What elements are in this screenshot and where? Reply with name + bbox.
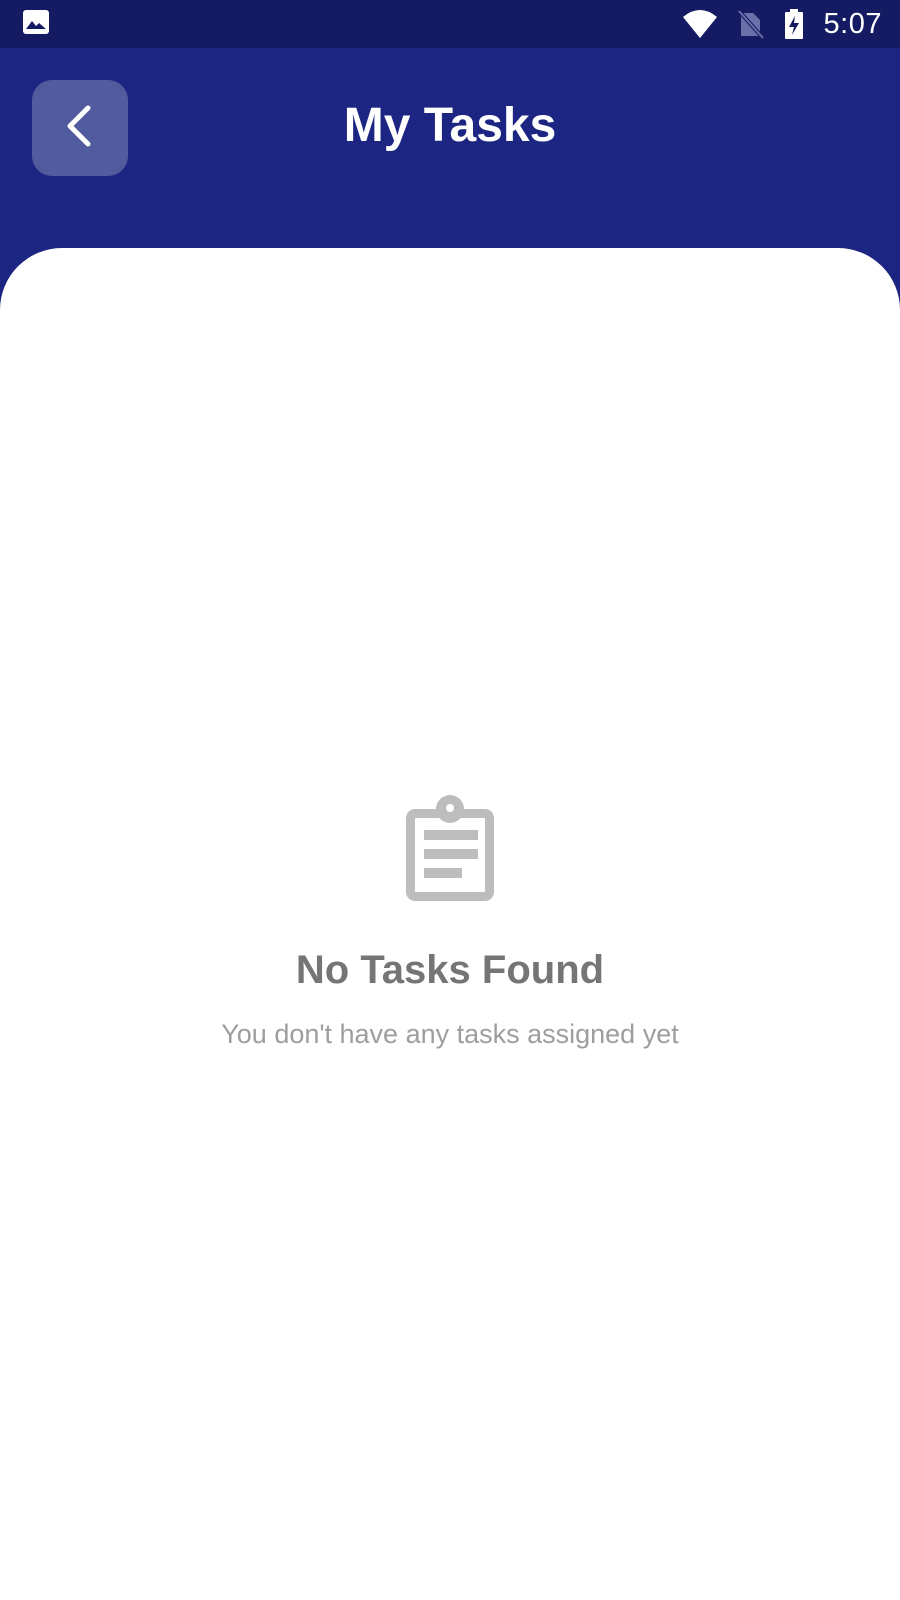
empty-state-title: No Tasks Found (295, 948, 605, 992)
image-icon (22, 8, 50, 41)
wifi-icon (682, 9, 718, 39)
status-time: 5:07 (823, 7, 882, 40)
clipboard-icon (395, 790, 505, 910)
screen: 5:07 My Tasks No Tasks Found You don't h… (0, 0, 900, 1600)
content-card: No Tasks Found You don't have any tasks … (0, 248, 900, 1600)
status-left (22, 8, 50, 41)
page-title: My Tasks (343, 99, 557, 152)
empty-state: No Tasks Found You don't have any tasks … (0, 790, 900, 1050)
status-right: 5:07 (682, 8, 882, 41)
no-sim-icon (737, 9, 764, 39)
empty-state-subtitle: You don't have any tasks assigned yet (221, 1019, 679, 1049)
battery-charging-icon (784, 9, 804, 39)
status-bar: 5:07 (0, 0, 900, 48)
